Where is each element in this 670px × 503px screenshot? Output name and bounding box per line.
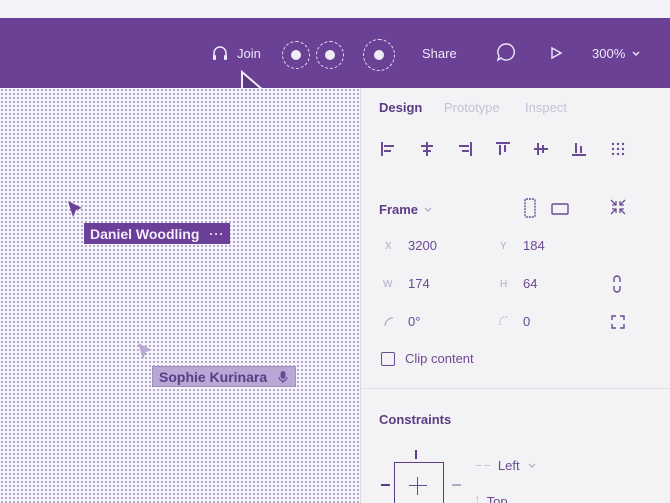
distribute-icon[interactable] [610, 141, 626, 157]
collaborator-name: Sophie Kurinara [159, 368, 268, 385]
align-horizontal-center-icon[interactable] [419, 141, 435, 157]
vertical-constraint-select[interactable]: ¦ Top [476, 494, 508, 503]
y-label: Y [500, 241, 507, 252]
corner-radius-icon [499, 316, 508, 325]
clip-content-label: Clip content [405, 351, 474, 366]
shrink-icon[interactable] [609, 198, 627, 216]
tab-design[interactable]: Design [379, 100, 422, 115]
zoom-label: 300% [592, 46, 626, 61]
y-input[interactable]: 184 [523, 238, 545, 253]
comment-icon[interactable] [495, 42, 517, 64]
microphone-icon [278, 370, 288, 383]
align-right-icon[interactable] [457, 141, 473, 157]
share-button[interactable]: Share [422, 46, 457, 61]
top-toolbar: Join Share 300% [0, 0, 670, 107]
rotation-icon [384, 317, 394, 327]
tab-prototype[interactable]: Prototype [444, 100, 500, 115]
x-label: X [385, 241, 392, 252]
constraint-center [409, 477, 427, 495]
collaborator-cursor-sophie [138, 343, 152, 359]
play-icon[interactable] [549, 46, 563, 60]
divider [361, 388, 670, 389]
constraint-left-bar[interactable] [381, 484, 390, 486]
landscape-icon[interactable] [551, 203, 569, 215]
collaborator-label-sophie: Sophie Kurinara [152, 366, 297, 387]
collaborator-avatar-1[interactable] [282, 41, 310, 69]
clip-content-checkbox[interactable]: Clip content [381, 351, 474, 366]
constraint-widget[interactable] [394, 462, 444, 503]
app-window: Join Share 300% Daniel Woodling ··· Soph… [0, 0, 670, 503]
join-button[interactable]: Join [211, 44, 261, 62]
tab-inspect[interactable]: Inspect [525, 100, 567, 115]
constraint-top-bar[interactable] [415, 450, 417, 459]
w-label: W [383, 279, 393, 290]
horizontal-constraint-value: Left [497, 458, 520, 473]
zoom-menu[interactable]: 300% [592, 46, 641, 61]
chevron-down-icon [528, 463, 536, 468]
chevron-down-icon [424, 207, 432, 212]
radius-input[interactable]: 0 [523, 314, 530, 329]
collaborator-cursor-daniel [68, 201, 82, 217]
frame-title: Frame [379, 202, 419, 217]
join-label: Join [237, 45, 261, 61]
checkbox-box [381, 351, 395, 366]
collaborator-name: Daniel Woodling [90, 225, 200, 242]
current-user-avatar[interactable] [363, 39, 395, 71]
properties-panel: Design Prototype Inspect Frame X 3200 Y … [360, 88, 670, 503]
portrait-icon[interactable] [523, 198, 537, 218]
headphones-icon [213, 46, 227, 60]
align-vertical-center-icon[interactable] [533, 141, 549, 157]
x-input[interactable]: 3200 [408, 238, 437, 253]
align-left-icon[interactable] [380, 141, 396, 157]
constraint-right-bar[interactable] [452, 484, 461, 486]
more-icon: ··· [209, 226, 225, 241]
collaborator-avatar-2[interactable] [316, 41, 344, 69]
constraints-title: Constraints [379, 412, 452, 427]
height-input[interactable]: 64 [523, 276, 537, 291]
chevron-down-icon [632, 51, 640, 56]
h-label: H [500, 279, 508, 290]
vertical-constraint-value: Top [486, 494, 508, 503]
independent-corners-icon[interactable] [611, 315, 625, 329]
rotation-input[interactable]: 0° [408, 314, 420, 329]
collaborator-label-daniel: Daniel Woodling ··· [84, 223, 231, 244]
frame-dropdown[interactable]: Frame [379, 202, 432, 217]
design-canvas[interactable]: Daniel Woodling ··· Sophie Kurinara [0, 88, 360, 503]
constrain-proportions-icon[interactable] [611, 275, 623, 293]
align-bottom-icon[interactable] [571, 141, 587, 157]
width-input[interactable]: 174 [408, 276, 430, 291]
share-label: Share [422, 46, 457, 61]
horizontal-constraint-select[interactable]: – – Left [476, 458, 536, 473]
align-top-icon[interactable] [495, 141, 511, 157]
